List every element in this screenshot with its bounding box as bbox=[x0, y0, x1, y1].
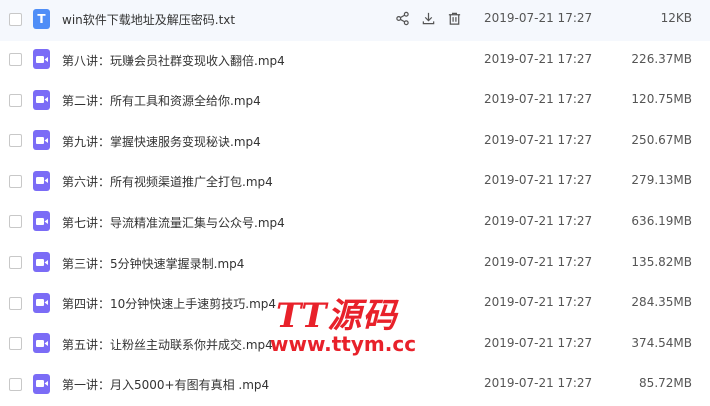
file-row[interactable]: 第一讲：月入5000+有图有真相 .mp4 2019-07-21 17:27 85.… bbox=[0, 365, 710, 406]
delete-icon[interactable] bbox=[447, 10, 462, 26]
file-name[interactable]: 第八讲：玩赚会员社群变现收入翻倍.mp4 bbox=[62, 52, 285, 69]
row-actions bbox=[395, 10, 462, 26]
file-row[interactable]: 第五讲：让粉丝主动联系你并成交.mp4 2019-07-21 17:27 374.5… bbox=[0, 325, 710, 366]
file-date: 2019-07-21 17:27 bbox=[484, 254, 593, 269]
file-date: 2019-07-21 17:27 bbox=[484, 132, 593, 147]
video-file-icon bbox=[33, 89, 50, 110]
row-checkbox[interactable] bbox=[9, 256, 22, 270]
video-file-icon bbox=[33, 333, 50, 354]
row-checkbox[interactable] bbox=[9, 134, 22, 148]
row-checkbox[interactable] bbox=[9, 337, 22, 351]
txt-file-icon: T bbox=[33, 8, 50, 29]
file-size: 284.35MB bbox=[631, 295, 692, 310]
file-name[interactable]: 第三讲：5分钟快速掌握录制.mp4 bbox=[62, 255, 244, 272]
row-checkbox[interactable] bbox=[9, 174, 22, 188]
file-size: 636.19MB bbox=[631, 213, 692, 228]
video-file-icon bbox=[33, 170, 50, 191]
file-size: 250.67MB bbox=[631, 132, 692, 147]
file-size: 279.13MB bbox=[631, 173, 692, 188]
file-date: 2019-07-21 17:27 bbox=[484, 295, 593, 310]
file-date: 2019-07-21 17:27 bbox=[484, 51, 593, 66]
file-size: 12KB bbox=[660, 11, 692, 25]
file-size: 226.37MB bbox=[631, 51, 692, 66]
file-date: 2019-07-21 17:27 bbox=[484, 173, 593, 188]
file-size: 374.54MB bbox=[631, 335, 692, 350]
txt-icon-letter: T bbox=[37, 11, 46, 26]
row-checkbox[interactable] bbox=[9, 93, 22, 107]
file-name[interactable]: win软件下载地址及解压密码.txt bbox=[62, 11, 235, 28]
file-name[interactable]: 第一讲：月入5000+有图有真相 .mp4 bbox=[62, 376, 269, 393]
file-size: 120.75MB bbox=[631, 92, 692, 107]
row-checkbox[interactable] bbox=[9, 215, 22, 229]
file-name[interactable]: 第二讲：所有工具和资源全给你.mp4 bbox=[62, 92, 261, 109]
file-row[interactable]: Twin软件下载地址及解压密码.txt 2019-07-21 17:27 12KB bbox=[0, 0, 710, 41]
file-size: 135.82MB bbox=[631, 254, 692, 269]
share-icon[interactable] bbox=[395, 10, 410, 26]
file-row[interactable]: 第八讲：玩赚会员社群变现收入翻倍.mp4 2019-07-21 17:27 226.… bbox=[0, 41, 710, 82]
video-file-icon bbox=[33, 373, 50, 394]
file-date: 2019-07-21 17:27 bbox=[484, 335, 593, 350]
row-checkbox[interactable] bbox=[9, 53, 22, 67]
file-name[interactable]: 第九讲：掌握快速服务变现秘诀.mp4 bbox=[62, 133, 261, 150]
file-name[interactable]: 第六讲：所有视频渠道推广全打包.mp4 bbox=[62, 173, 273, 190]
video-file-icon bbox=[33, 130, 50, 151]
file-row[interactable]: 第七讲：导流精准流量汇集与公众号.mp4 2019-07-21 17:27 636.… bbox=[0, 203, 710, 244]
file-row[interactable]: 第六讲：所有视频渠道推广全打包.mp4 2019-07-21 17:27 279.1… bbox=[0, 162, 710, 203]
row-checkbox[interactable] bbox=[9, 12, 22, 26]
row-checkbox[interactable] bbox=[9, 377, 22, 391]
video-file-icon bbox=[33, 49, 50, 70]
file-size: 85.72MB bbox=[639, 376, 692, 391]
file-date: 2019-07-21 17:27 bbox=[484, 92, 593, 107]
file-date: 2019-07-21 17:27 bbox=[484, 376, 593, 391]
video-file-icon bbox=[33, 211, 50, 232]
row-checkbox[interactable] bbox=[9, 296, 22, 310]
file-date: 2019-07-21 17:27 bbox=[484, 11, 593, 25]
file-row[interactable]: 第二讲：所有工具和资源全给你.mp4 2019-07-21 17:27 120.75… bbox=[0, 81, 710, 122]
file-name[interactable]: 第五讲：让粉丝主动联系你并成交.mp4 bbox=[62, 336, 273, 353]
file-list: Twin软件下载地址及解压密码.txt 2019-07-21 17:27 12KB 第… bbox=[0, 0, 710, 406]
file-row[interactable]: 第三讲：5分钟快速掌握录制.mp4 2019-07-21 17:27 135.82M… bbox=[0, 244, 710, 285]
video-file-icon bbox=[33, 252, 50, 273]
file-date: 2019-07-21 17:27 bbox=[484, 213, 593, 228]
video-file-icon bbox=[33, 292, 50, 313]
file-name[interactable]: 第七讲：导流精准流量汇集与公众号.mp4 bbox=[62, 214, 285, 231]
file-name[interactable]: 第四讲：10分钟快速上手速剪技巧.mp4 bbox=[62, 295, 276, 312]
file-row[interactable]: 第四讲：10分钟快速上手速剪技巧.mp4 2019-07-21 17:27 284.… bbox=[0, 284, 710, 325]
download-icon[interactable] bbox=[421, 10, 436, 26]
file-row[interactable]: 第九讲：掌握快速服务变现秘诀.mp4 2019-07-21 17:27 250.67… bbox=[0, 122, 710, 163]
